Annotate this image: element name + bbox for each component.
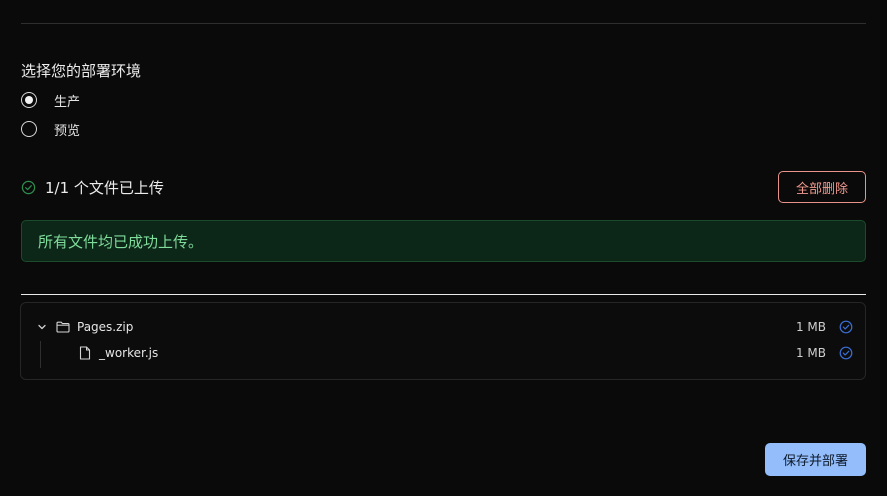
chevron-down-icon[interactable] (36, 321, 48, 333)
check-circle-icon (21, 180, 36, 194)
radio-preview-label: 预览 (54, 123, 81, 139)
file-size: 1 MB (795, 346, 826, 360)
radio-production-label: 生产 (54, 94, 81, 110)
folder-name: Pages.zip (77, 320, 134, 334)
radio-dot (25, 96, 33, 104)
upload-status: 1/1 个文件已上传 (21, 176, 164, 198)
tree-row-file[interactable]: _worker.js 1 MB (21, 342, 865, 364)
upload-status-text: 1/1 个文件已上传 (45, 178, 164, 197)
radio-production[interactable]: 生产 (21, 90, 80, 110)
section-divider (21, 294, 866, 295)
environment-heading: 选择您的部署环境 (21, 62, 142, 80)
top-divider (21, 23, 866, 24)
folder-icon (56, 321, 70, 333)
deploy-page: 选择您的部署环境 生产 预览 1/1 个文件已上传 全部删除 所有文件均已成功上… (0, 0, 887, 496)
folder-size: 1 MB (795, 320, 826, 334)
file-name: _worker.js (99, 346, 159, 360)
file-icon (79, 346, 91, 360)
save-and-deploy-button[interactable]: 保存并部署 (765, 443, 866, 476)
radio-unselected-icon[interactable] (21, 121, 37, 137)
radio-selected-icon[interactable] (21, 92, 37, 108)
check-circle-icon (839, 346, 853, 360)
delete-all-button[interactable]: 全部删除 (778, 171, 866, 203)
check-circle-icon (839, 320, 853, 334)
tree-row-folder[interactable]: Pages.zip 1 MB (21, 316, 865, 338)
file-tree: Pages.zip 1 MB _worker.js 1 MB (20, 302, 866, 380)
radio-preview[interactable]: 预览 (21, 119, 80, 139)
success-banner: 所有文件均已成功上传。 (21, 220, 866, 262)
